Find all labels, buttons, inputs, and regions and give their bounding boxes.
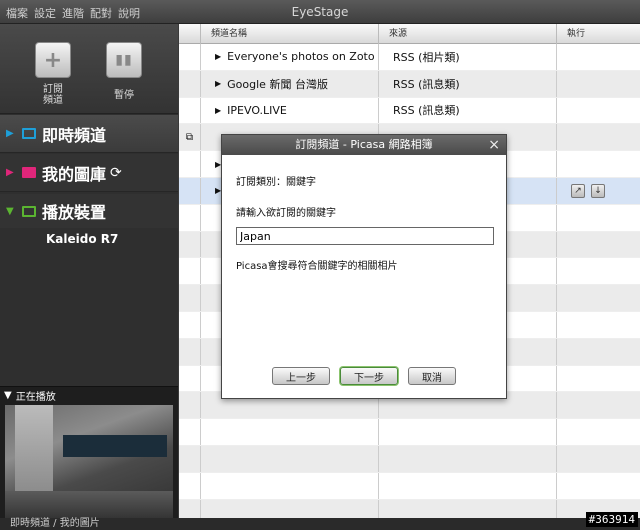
plus-icon: + [43,47,63,73]
header-source[interactable]: 來源 [379,24,557,44]
row-action-cell [557,98,640,124]
row-icon-cell [179,70,201,97]
table-row [179,419,640,446]
caret-right-icon: ▶ [6,128,14,139]
table-row[interactable]: ▶ IPEVO.LIVE RSS (訊息類) [179,97,640,125]
table-row [179,472,640,500]
pause-label: 暫停 [114,90,134,101]
row-icon-cell [179,97,201,124]
channel-name: Google 新聞 台灣版 [227,77,328,91]
expand-icon[interactable]: ▶ [215,52,221,61]
nav-playback-device[interactable]: ▼ 播放裝置 [0,194,178,228]
next-button[interactable]: 下一步 [340,367,398,385]
row-icon-cell [179,177,201,204]
table-row [179,445,640,473]
now-playing-label: 正在播放 [15,391,56,403]
subscribe-label: 訂閱 頻道 [30,84,76,106]
table-row[interactable]: ▶ Google 新聞 台灣版 RSS (訊息類) [179,70,640,98]
status-path: 即時頻道 / 我的圖片 [10,518,100,529]
header-icon-col [179,24,201,44]
row-action-cell [557,151,640,177]
dialog-title-bar: 訂閱頻道 - Picasa 網路相簿 × [222,135,506,155]
row-name-cell: ▶ Everyone's photos on Zoto [201,44,379,70]
pause-button[interactable]: ▮▮ [106,42,142,78]
open-icon[interactable]: ↗ [571,183,585,198]
nav-live-channels[interactable]: ▶ 即時頻道 [0,115,178,153]
keyword-input[interactable] [236,227,494,245]
row-name-cell: ▶ IPEVO.LIVE [201,97,379,124]
channel-source: RSS (訊息類) [379,70,557,97]
sidebar: + 訂閱 頻道 ▮▮ 暫停 ▶ 即時頻道 ▶ 我的圖庫 ⟳ ▼ 播放裝置 Kal… [0,24,178,530]
device-item[interactable]: Kaleido R7 [46,232,118,246]
refresh-icon[interactable]: ⟳ [110,165,122,181]
status-bar: 即時頻道 / 我的圖片 #363914 [0,512,640,530]
row-name-cell: ▶ Google 新聞 台灣版 [201,70,379,97]
channel-name: IPEVO.LIVE [227,103,287,117]
nav-live-label: 即時頻道 [42,125,107,145]
watermark: #363914 [585,512,638,527]
header-action[interactable]: 執行 [557,24,640,44]
expand-icon[interactable]: ▶ [215,79,221,88]
caret-down-icon: ▼ [6,205,14,217]
caret-down-icon: ▼ [4,389,12,401]
dialog-body: 訂閱類別：關鍵字 請輸入欲訂閱的關鍵字 Picasa會搜尋符合關鍵字的相關相片 [236,173,494,288]
dialog-buttons: 上一步 下一步 取消 [272,367,456,385]
subscribe-button[interactable]: + [35,42,71,78]
channel-name: Everyone's photos on Zoto [227,50,375,64]
row-action-cell: ↗ ↓ [557,178,640,204]
now-playing-panel: ▼ 正在播放 [0,386,178,530]
row-icon-cell: ⧉ [179,124,201,151]
toolbar: + 訂閱 頻道 ▮▮ 暫停 [0,24,178,114]
cancel-button[interactable]: 取消 [408,367,456,385]
close-icon[interactable]: × [488,135,500,155]
subscribe-label-line2: 頻道 [43,95,63,106]
copy-icon[interactable]: ⧉ [186,132,193,143]
nav-gallery-label: 我的圖庫 [42,164,107,184]
subscribe-dialog: 訂閱頻道 - Picasa 網路相簿 × 訂閱類別：關鍵字 請輸入欲訂閱的關鍵字… [221,134,507,399]
gallery-icon [22,167,36,178]
monitor-icon [22,205,36,217]
header-channel-name[interactable]: 頻道名稱 [201,24,379,44]
app-title: EyeStage [291,5,349,19]
row-icon-cell [179,151,201,177]
previous-button[interactable]: 上一步 [272,367,330,385]
nav-device-label: 播放裝置 [42,203,107,222]
expand-icon[interactable]: ▶ [215,106,221,115]
row-icon-cell [179,44,201,70]
preview-sign [63,435,167,457]
row-action-cell [557,44,640,70]
caret-right-icon: ▶ [6,167,14,178]
channel-source: RSS (相片類) [379,44,557,70]
nav-my-gallery[interactable]: ▶ 我的圖庫 ⟳ [0,154,178,192]
dialog-title: 訂閱頻道 - Picasa 網路相簿 [295,138,433,151]
title-bar: 檔案 設定 進階 配對 說明 EyeStage [0,0,640,24]
table-row[interactable]: ▶ Everyone's photos on Zoto RSS (相片類) [179,44,640,71]
table-header: 頻道名稱 來源 執行 [179,24,640,44]
row-action-cell [557,124,640,150]
search-hint: Picasa會搜尋符合關鍵字的相關相片 [236,261,398,272]
row-action-cell [557,71,640,97]
subscribe-label-line1: 訂閱 [43,84,63,95]
category-label: 訂閱類別：關鍵字 [236,177,316,188]
now-playing-header[interactable]: ▼ 正在播放 [0,387,178,403]
pause-icon: ▮▮ [115,52,133,68]
tv-icon [22,128,36,139]
now-playing-preview [5,405,173,530]
download-icon[interactable]: ↓ [591,183,605,198]
keyword-prompt: 請輸入欲訂閱的關鍵字 [236,208,336,219]
channel-source: RSS (訊息類) [379,97,557,124]
